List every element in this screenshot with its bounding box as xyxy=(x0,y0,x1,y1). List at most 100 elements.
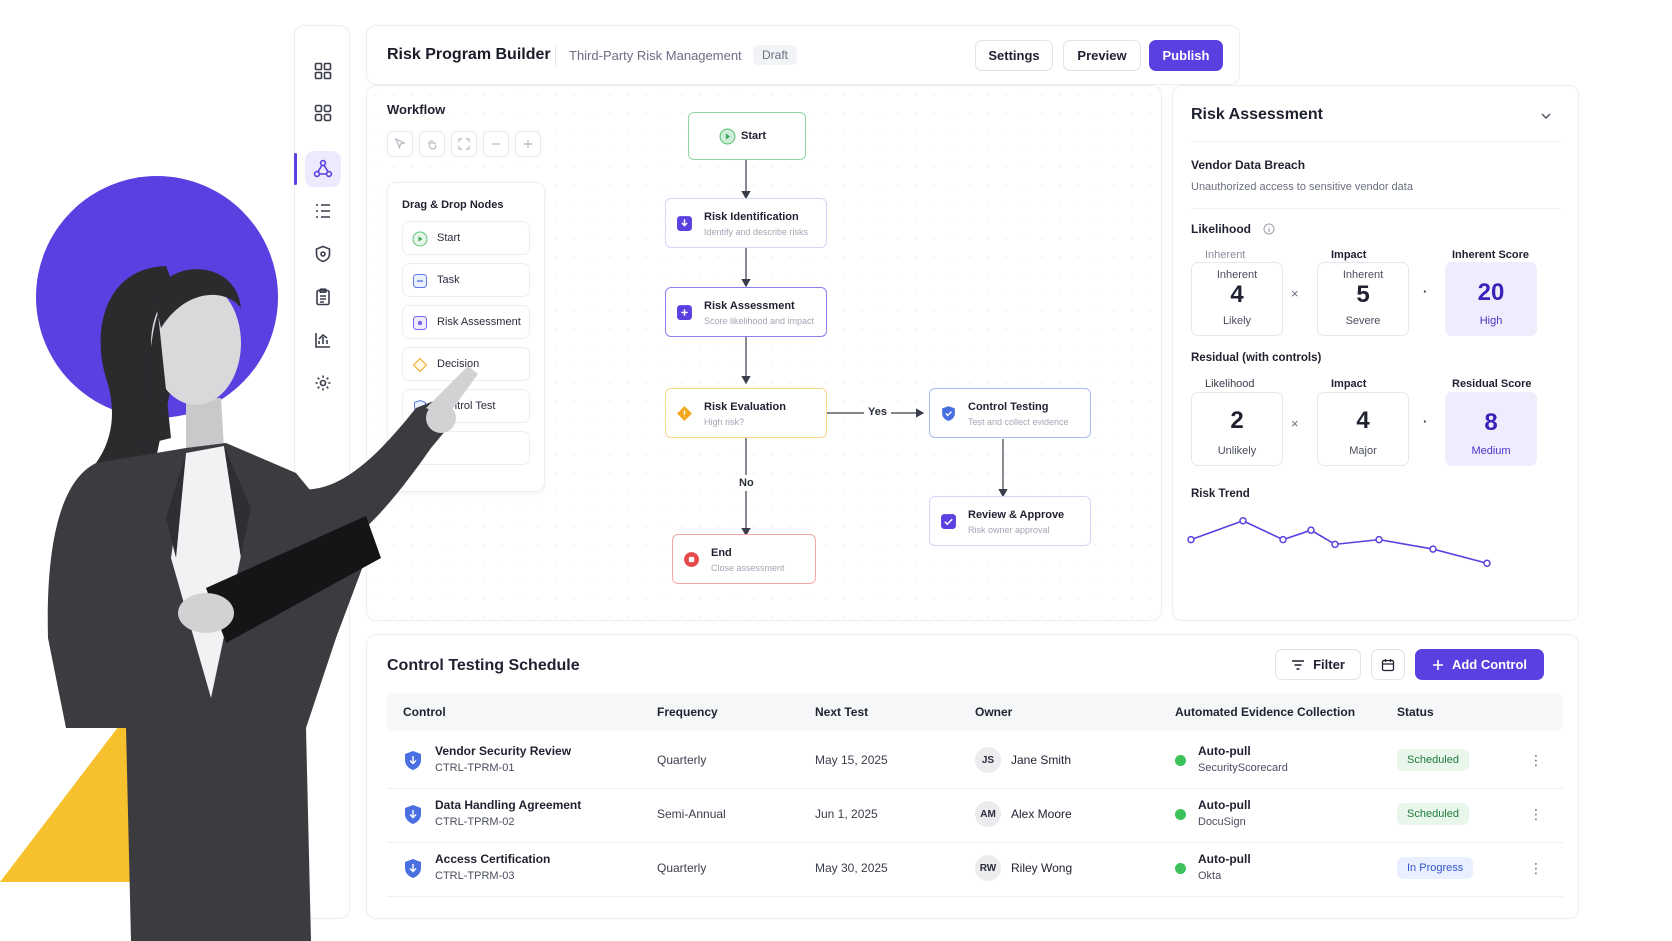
evidence-status-dot xyxy=(1175,863,1186,874)
filter-button[interactable]: Filter xyxy=(1275,649,1361,680)
trend-point xyxy=(1279,535,1287,544)
table-row[interactable]: Data Handling Agreement CTRL-TPRM-02 Sem… xyxy=(387,786,1563,843)
box-label: Likely xyxy=(1222,315,1252,327)
approve-icon xyxy=(941,514,956,529)
edge-label-yes: Yes xyxy=(864,404,891,420)
node-subtitle: High risk? xyxy=(704,417,745,427)
evidence-mode: Auto-pull xyxy=(1198,798,1251,812)
evidence-status-dot xyxy=(1175,809,1186,820)
divider xyxy=(1191,141,1561,142)
node-risk-assessment[interactable]: Risk Assessment Score likelihood and imp… xyxy=(665,287,827,337)
frequency-cell: Quarterly xyxy=(657,861,707,875)
next-test-cell: Jun 1, 2025 xyxy=(815,807,878,821)
title-divider xyxy=(555,46,556,66)
risk-icon xyxy=(677,216,692,231)
trend-point xyxy=(1483,559,1491,568)
more-options-icon[interactable]: ⋮ xyxy=(1529,858,1543,878)
plus-icon xyxy=(1432,659,1443,670)
node-title: Review & Approve xyxy=(968,509,1065,521)
evidence-status-dot xyxy=(1175,755,1186,766)
inherent-impact-box[interactable]: Inherent 5 Severe xyxy=(1317,262,1409,336)
evidence-source: Okta xyxy=(1198,870,1222,882)
sidebar-item-apps[interactable] xyxy=(305,95,341,131)
inherent-likelihood-box[interactable]: Inherent 4 Likely xyxy=(1191,262,1283,336)
risk-trend-label: Risk Trend xyxy=(1191,488,1250,500)
node-risk-identification[interactable]: Risk Identification Identify and describ… xyxy=(665,198,827,248)
info-icon[interactable] xyxy=(1263,223,1275,235)
risk-description: Unauthorized access to sensitive vendor … xyxy=(1191,181,1413,193)
table-row[interactable]: Access Certification CTRL-TPRM-03 Quarte… xyxy=(387,840,1563,897)
node-control-testing[interactable]: Control Testing Test and collect evidenc… xyxy=(929,388,1091,438)
risk-icon xyxy=(677,305,692,320)
node-risk-evaluation[interactable]: Risk Evaluation High risk? xyxy=(665,388,827,438)
trend-point xyxy=(1429,545,1437,553)
avatar: RW xyxy=(975,855,1001,881)
add-control-button[interactable]: Add Control xyxy=(1415,649,1544,680)
trend-point xyxy=(1187,535,1195,544)
table-header: Control Frequency Next Test Owner Automa… xyxy=(387,693,1563,731)
inherent-score-label: Inherent Score xyxy=(1452,249,1530,261)
grid-icon xyxy=(314,62,332,80)
residual-likelihood-box[interactable]: 2 Unlikely xyxy=(1191,392,1283,466)
box-label: Severe xyxy=(1345,315,1381,327)
node-subtitle: Risk owner approval xyxy=(968,525,1050,535)
risk-name: Vendor Data Breach xyxy=(1191,158,1306,172)
column-header: Automated Evidence Collection xyxy=(1175,705,1356,719)
hero-person-illustration xyxy=(47,266,478,941)
residual-likelihood-label: Likelihood xyxy=(1205,378,1255,390)
trend-point xyxy=(1239,516,1247,525)
node-review-approve[interactable]: Review & Approve Risk owner approval xyxy=(929,496,1091,546)
node-subtitle: Close assessment xyxy=(711,563,785,573)
frequency-cell: Quarterly xyxy=(657,753,707,767)
box-caption: Inherent xyxy=(1216,269,1258,281)
residual-score-label: Residual Score xyxy=(1452,378,1532,390)
impact-col-label: Impact xyxy=(1331,249,1367,261)
node-title: Start xyxy=(741,130,767,142)
sidebar-item-dashboard[interactable] xyxy=(305,53,341,89)
grid-icon xyxy=(314,104,332,122)
page-subtitle: Third-Party Risk Management xyxy=(569,48,742,63)
diamond-icon xyxy=(677,406,692,421)
column-header: Frequency xyxy=(657,705,718,719)
trend-point xyxy=(1307,526,1315,534)
inherent-col-label: Inherent xyxy=(1205,249,1246,261)
node-subtitle: Identify and describe risks xyxy=(704,227,809,237)
residual-score-box: 8 Medium xyxy=(1445,392,1537,466)
node-title: Risk Evaluation xyxy=(704,401,786,413)
sidebar-item-list[interactable] xyxy=(305,193,341,229)
equals-operator: · xyxy=(1423,414,1428,429)
filter-icon xyxy=(1292,659,1305,670)
more-options-icon[interactable]: ⋮ xyxy=(1529,750,1543,770)
node-start[interactable]: Start xyxy=(688,112,806,160)
risk-panel-title: Risk Assessment xyxy=(1191,106,1323,123)
shield-icon xyxy=(942,406,955,421)
box-label: Major xyxy=(1349,445,1377,457)
status-badge: Scheduled xyxy=(1397,803,1469,825)
trend-line xyxy=(1190,519,1488,565)
trend-point xyxy=(1331,540,1339,549)
equals-operator: · xyxy=(1423,284,1428,299)
box-value: 5 xyxy=(1356,281,1370,308)
sidebar-active-indicator xyxy=(294,153,297,185)
publish-button[interactable]: Publish xyxy=(1149,40,1223,71)
status-badge: In Progress xyxy=(1397,857,1474,879)
column-header: Next Test xyxy=(815,705,869,719)
sidebar-item-workflow[interactable] xyxy=(305,151,341,187)
residual-impact-box[interactable]: 4 Major xyxy=(1317,392,1409,466)
calendar-icon xyxy=(1381,658,1395,671)
box-caption: Inherent xyxy=(1342,269,1384,281)
calendar-button[interactable] xyxy=(1371,649,1405,680)
node-subtitle: Test and collect evidence xyxy=(968,417,1069,427)
more-options-icon[interactable]: ⋮ xyxy=(1529,804,1543,824)
add-control-label: Add Control xyxy=(1451,657,1528,672)
chevron-down-icon[interactable] xyxy=(1540,110,1552,122)
settings-button[interactable]: Settings xyxy=(975,40,1053,71)
divider xyxy=(1191,208,1561,209)
node-end[interactable]: End Close assessment xyxy=(672,534,816,584)
preview-button[interactable]: Preview xyxy=(1063,40,1141,71)
avatar: AM xyxy=(975,801,1001,827)
likelihood-label: Likelihood xyxy=(1191,222,1251,236)
node-title: Control Testing xyxy=(968,401,1049,413)
table-row[interactable]: Vendor Security Review CTRL-TPRM-01 Quar… xyxy=(387,732,1563,789)
column-header: Owner xyxy=(975,705,1013,719)
